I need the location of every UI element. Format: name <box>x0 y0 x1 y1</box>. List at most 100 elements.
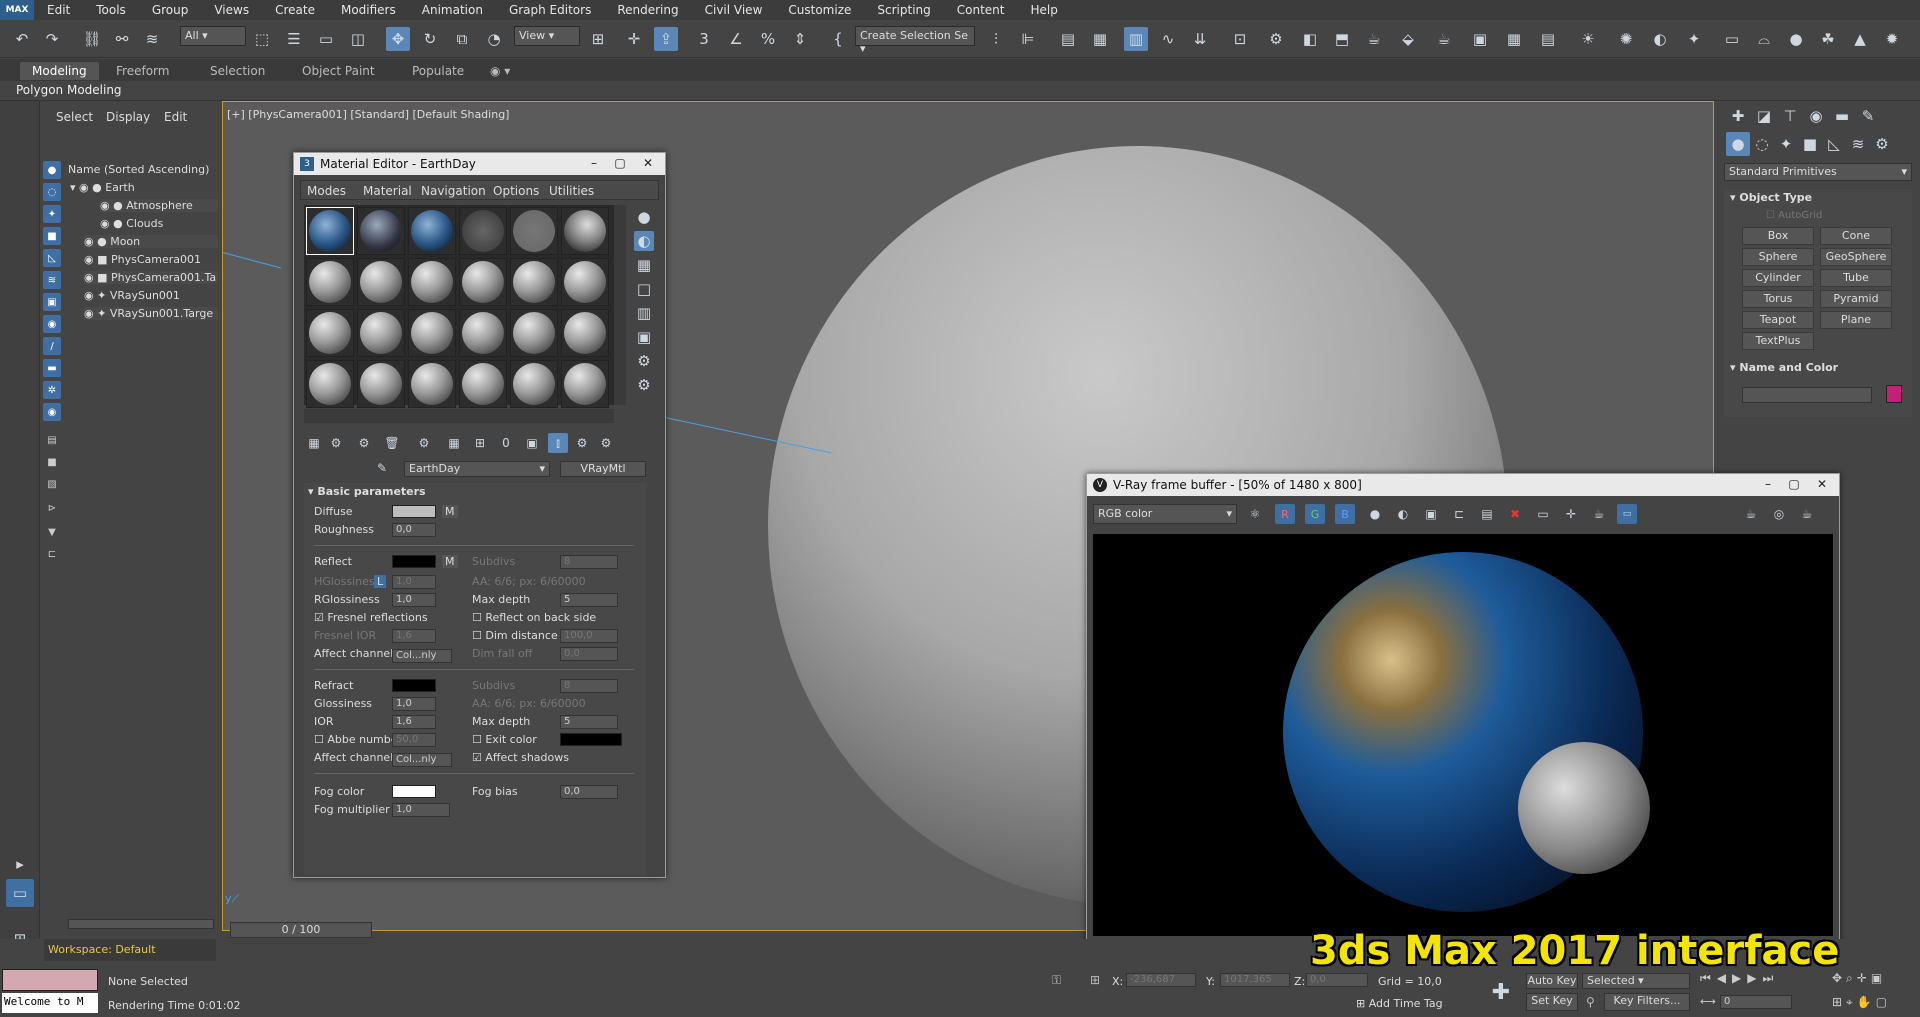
tree-row-physcamera-target[interactable]: ◉ ■ PhysCamera001.Ta <box>84 271 218 284</box>
sample-slot[interactable] <box>561 207 609 255</box>
camera-icon[interactable]: ◉ ■ <box>84 253 108 266</box>
vray-settings-icon[interactable]: ▦ <box>1502 27 1526 51</box>
track-mouse-icon[interactable]: ✛ <box>1561 504 1581 524</box>
vray-sphere-icon[interactable]: ● <box>1784 27 1808 51</box>
camera-filter-icon[interactable]: ■ <box>43 227 61 245</box>
render-icon[interactable]: ☕ <box>1589 504 1609 524</box>
exit-color-swatch[interactable] <box>560 733 622 746</box>
sample-slot[interactable] <box>357 258 405 306</box>
reflect-back-checkbox[interactable]: ☐ Reflect on back side <box>472 611 596 624</box>
link-icon[interactable]: ⛓ <box>80 27 104 51</box>
green-channel-icon[interactable]: G <box>1305 504 1325 524</box>
spacewarps-icon[interactable]: ≋ <box>1846 132 1870 156</box>
systems-icon[interactable]: ⚙ <box>1870 132 1894 156</box>
undo-icon[interactable]: ↶ <box>10 27 34 51</box>
xref-filter-icon[interactable]: ◉ <box>43 315 61 333</box>
load-icon[interactable]: ⊏ <box>1449 504 1469 524</box>
rotate-icon[interactable]: ↻ <box>418 27 442 51</box>
box-icon[interactable]: ■ <box>43 453 61 471</box>
interactive-render-icon[interactable]: ◎ <box>1769 504 1789 524</box>
lens-effects-icon[interactable]: ▭ <box>1617 504 1637 524</box>
key-filters-button[interactable]: Key Filters... <box>1604 993 1690 1011</box>
rect-region-icon[interactable]: ▭ <box>314 27 338 51</box>
viewport-nav-icons[interactable]: ⊞⌖✋▢ <box>1832 995 1891 1010</box>
tube-button[interactable]: Tube <box>1820 269 1892 287</box>
background-icon[interactable]: ▦ <box>634 255 654 275</box>
expand-icon[interactable]: ▾ ◉ ● <box>70 181 102 194</box>
region-render-icon[interactable]: ▭ <box>1533 504 1553 524</box>
curve-editor-icon[interactable]: ∿ <box>1156 27 1180 51</box>
add-time-tag-button[interactable]: ⊞ Add Time Tag <box>1356 997 1443 1010</box>
affect-shadows-checkbox[interactable]: ☑ Affect shadows <box>472 751 569 764</box>
vray-light-lister-icon[interactable]: ▤ <box>1536 27 1560 51</box>
cylinder-button[interactable]: Cylinder <box>1742 269 1814 287</box>
maximize-icon[interactable]: ▢ <box>1781 476 1807 492</box>
vray-vfb-icon[interactable]: ▣ <box>1468 27 1492 51</box>
render-image[interactable] <box>1093 534 1833 936</box>
dope-sheet-icon[interactable]: ⇊ <box>1188 27 1212 51</box>
menu-edit[interactable]: Edit <box>34 0 83 20</box>
viewport-nav-icons[interactable]: ✥⌕✛▣ <box>1832 971 1886 986</box>
select-object-icon[interactable]: ⬚ <box>250 27 274 51</box>
menu-civil-view[interactable]: Civil View <box>692 0 776 20</box>
vray-sun-icon[interactable]: ✺ <box>1614 27 1638 51</box>
fog-color-swatch[interactable] <box>392 785 436 798</box>
x-coordinate-field[interactable]: -236,687 <box>1126 973 1196 987</box>
sample-slot[interactable] <box>357 309 405 357</box>
tab-populate[interactable]: Populate <box>412 62 464 80</box>
group-filter-icon[interactable]: ▣ <box>43 293 61 311</box>
name-color-header[interactable]: ▾ Name and Color <box>1730 361 1838 374</box>
sample-slot[interactable] <box>510 360 558 408</box>
key-mode-toggle[interactable]: ⟷ <box>1700 995 1716 1008</box>
refract-swatch[interactable] <box>392 679 436 692</box>
sample-slot[interactable] <box>357 207 405 255</box>
category-dropdown[interactable]: Standard Primitives ▾ <box>1724 163 1912 181</box>
viewport-label[interactable]: [+] [PhysCamera001] [Standard] [Default … <box>227 108 509 121</box>
make-unique-icon[interactable]: ▦ <box>444 433 464 453</box>
visibility-icon[interactable]: ◉ ● <box>100 199 123 212</box>
cameras-icon[interactable]: ■ <box>1798 132 1822 156</box>
vray-sun-light-icon[interactable]: ✹ <box>1880 27 1904 51</box>
z-coordinate-field[interactable]: 0,0 <box>1306 973 1368 987</box>
tag-icon[interactable]: ⊳ <box>43 499 61 517</box>
sample-slot[interactable] <box>408 258 456 306</box>
assign-material-icon[interactable]: ⚙ <box>354 433 374 453</box>
scene-explorer-icon[interactable]: ▥ <box>1124 27 1148 51</box>
show-shaded-icon[interactable]: ▣ <box>522 433 542 453</box>
render-last-icon[interactable]: ☕ <box>1741 504 1761 524</box>
close-icon[interactable]: ✕ <box>635 155 661 171</box>
snaps-toggle-icon[interactable]: 3 <box>692 27 716 51</box>
menu-modifiers[interactable]: Modifiers <box>328 0 409 20</box>
exit-color-checkbox[interactable]: ☐ Exit color <box>472 733 537 746</box>
cone-button[interactable]: Cone <box>1820 227 1892 245</box>
go-sibling-icon[interactable]: ⚙ <box>596 433 616 453</box>
geometry-icon[interactable]: ● <box>1726 132 1750 156</box>
maxscript-listener[interactable] <box>2 969 98 991</box>
light-filter-icon[interactable]: ✦ <box>43 205 61 223</box>
hgloss-lock-button[interactable]: L <box>374 575 387 588</box>
tree-row-clouds[interactable]: ◉ ● Clouds <box>100 217 163 230</box>
workspace-selector[interactable]: Workspace: Default <box>44 939 216 961</box>
scene-menu-select[interactable]: Select <box>56 110 93 124</box>
select-by-material-icon[interactable]: ⚙ <box>634 375 654 395</box>
menu-views[interactable]: Views <box>201 0 262 20</box>
maximize-icon[interactable]: ▢ <box>607 155 633 171</box>
schematic-view-icon[interactable]: ⊡ <box>1228 27 1252 51</box>
render-production-icon[interactable]: ☕ <box>1362 27 1386 51</box>
mirror-icon[interactable]: ⫶ <box>984 27 1008 51</box>
angle-snap-icon[interactable]: ∠ <box>724 27 748 51</box>
options-icon[interactable]: ⚙ <box>634 351 654 371</box>
shapes-icon[interactable]: ◌ <box>1750 132 1774 156</box>
vray-dome-icon[interactable]: ◐ <box>1648 27 1672 51</box>
toggle-ribbon-icon[interactable]: ▦ <box>1088 27 1112 51</box>
render-iterative-icon[interactable]: ⬙ <box>1396 27 1420 51</box>
blue-channel-icon[interactable]: B <box>1335 504 1355 524</box>
reflect-swatch[interactable] <box>392 555 436 568</box>
get-material-icon[interactable]: ▦ <box>304 433 324 453</box>
spacewarp-filter-icon[interactable]: ≋ <box>43 271 61 289</box>
lights-icon[interactable]: ✦ <box>1774 132 1798 156</box>
lock-selection-icon[interactable]: ⚿ <box>1052 973 1061 988</box>
set-key-button[interactable]: Set Key <box>1526 993 1578 1011</box>
utilities-tab-icon[interactable]: ✎ <box>1856 104 1880 128</box>
fresnel-checkbox[interactable]: ☑ Fresnel reflections <box>314 611 428 624</box>
